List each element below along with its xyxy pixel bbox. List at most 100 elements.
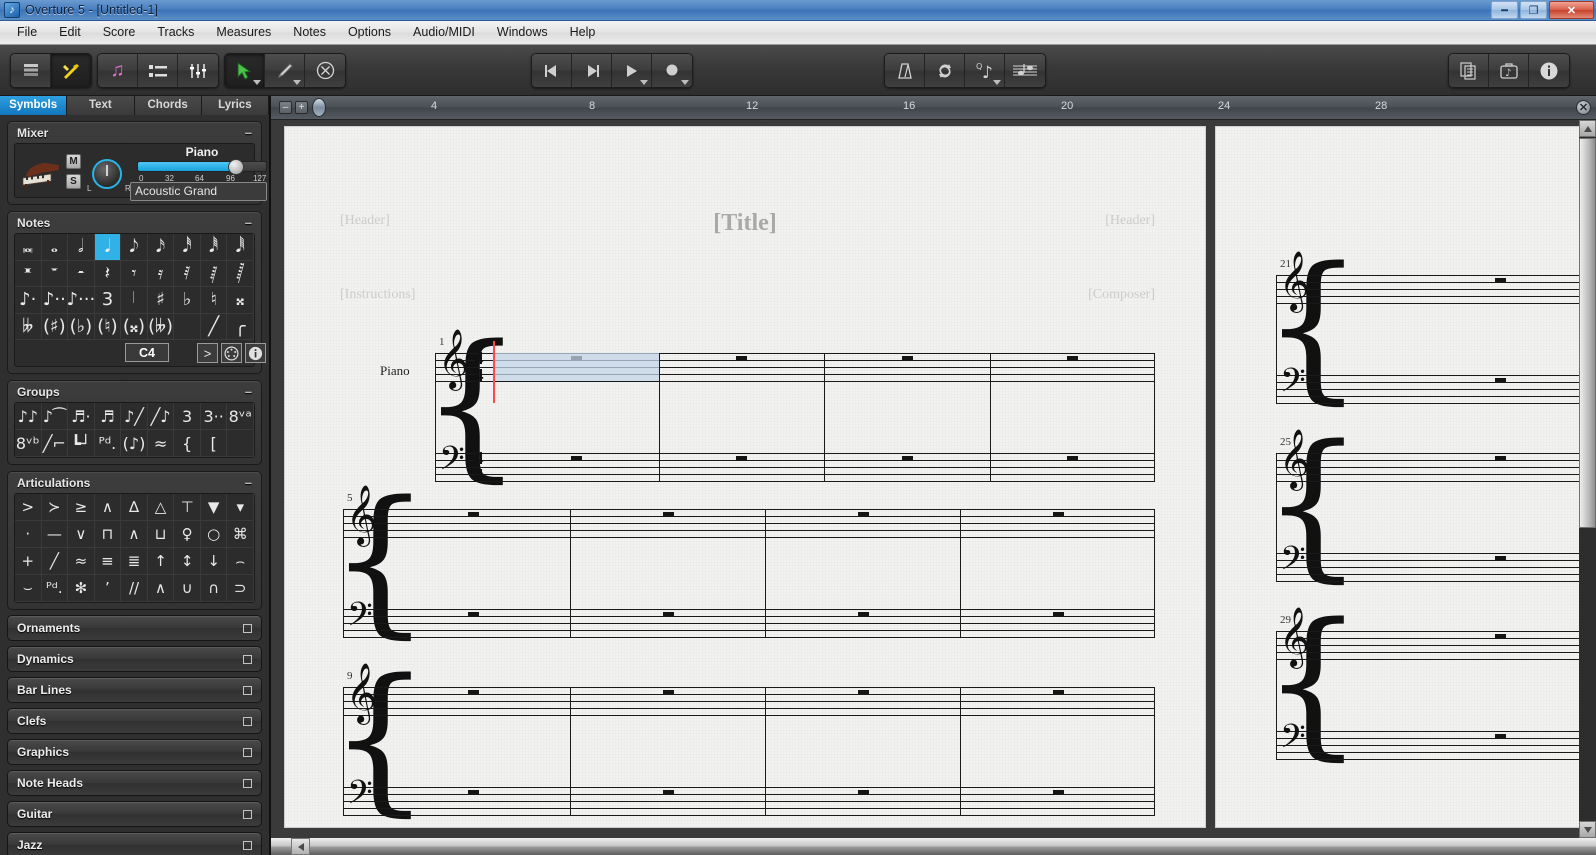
note-symbol-cell[interactable]: ╭ [227, 313, 254, 340]
vertical-scroll-thumb[interactable] [1579, 138, 1596, 528]
menu-help[interactable]: Help [559, 23, 607, 42]
play-button[interactable] [612, 54, 652, 87]
note-symbol-cell[interactable]: (𝄫) [147, 313, 175, 340]
expand-icon[interactable] [243, 809, 252, 819]
whole-rest[interactable] [1495, 456, 1506, 460]
articulation-symbol-cell[interactable]: ≥ [68, 494, 95, 521]
barline[interactable] [570, 509, 571, 637]
solo-button[interactable]: S [66, 174, 81, 189]
expand-icon[interactable] [243, 685, 252, 695]
group-symbol-cell[interactable]: ╱⌐ [41, 430, 69, 457]
note-symbol-cell[interactable]: 𝅘𝅥𝅮 [121, 234, 148, 261]
barline[interactable] [824, 353, 825, 481]
instrument-library-button[interactable]: ♪ [1489, 54, 1529, 87]
articulation-symbol-cell[interactable]: ↓ [200, 548, 228, 575]
treble-clef[interactable]: 𝄞 [1279, 433, 1310, 485]
whole-rest[interactable] [1052, 512, 1064, 516]
group-symbol-cell[interactable]: ♬· [68, 403, 95, 430]
tab-lyrics[interactable]: Lyrics [201, 96, 269, 115]
articulation-symbol-cell[interactable]: ≡ [94, 548, 122, 575]
articulations-header[interactable]: Articulations – [8, 472, 261, 493]
mixer-header[interactable]: Mixer – [8, 122, 261, 143]
close-ruler-button[interactable]: ✕ [1576, 100, 1591, 115]
articulation-symbol-cell[interactable]: ⌣ [15, 575, 42, 602]
menu-score[interactable]: Score [92, 23, 147, 42]
record-button[interactable] [652, 54, 692, 87]
measure-ruler[interactable]: – + 4 8 12 16 20 24 28 ✕ [271, 96, 1596, 120]
articulation-symbol-cell[interactable]: ∧ [94, 494, 122, 521]
articulation-symbol-cell[interactable]: ▼ [200, 494, 228, 521]
note-symbol-cell[interactable]: ♪·· [41, 287, 69, 314]
articulation-symbol-cell[interactable]: ⊓ [94, 521, 122, 548]
articulation-symbol-cell[interactable]: ≈ [68, 548, 95, 575]
whole-rest[interactable] [736, 456, 748, 460]
articulation-symbol-cell[interactable]: ∨ [68, 521, 95, 548]
collapse-icon[interactable]: – [245, 385, 252, 398]
info-button[interactable] [1529, 54, 1569, 87]
whole-rest[interactable] [1052, 690, 1064, 694]
note-symbol-cell[interactable]: 𝄼 [68, 260, 95, 287]
group-symbol-cell[interactable]: ♬ [94, 403, 122, 430]
expand-icon[interactable] [243, 716, 252, 726]
group-symbol-cell[interactable]: ╱♪ [147, 403, 175, 430]
group-symbol-cell[interactable] [227, 430, 254, 457]
whole-rest[interactable] [1495, 634, 1506, 638]
note-symbol-cell[interactable]: 𝄾 [121, 260, 148, 287]
bass-clef[interactable]: 𝄢 [347, 777, 373, 817]
articulation-symbol-cell[interactable]: ∧ [121, 521, 148, 548]
final-barline[interactable] [1154, 509, 1155, 637]
note-symbol-cell[interactable]: 𝅘𝅥𝅰 [174, 234, 201, 261]
whole-rest[interactable] [1052, 790, 1064, 794]
whole-rest[interactable] [467, 690, 479, 694]
note-symbol-cell[interactable]: 𝅘𝅥𝅯 [147, 234, 175, 261]
bass-clef[interactable]: 𝄢 [347, 599, 373, 639]
pan-knob[interactable] [92, 159, 122, 189]
ruler-zoom-out-button[interactable]: – [279, 101, 292, 114]
title-placeholder[interactable]: [Title] [285, 210, 1205, 237]
articulation-symbol-cell[interactable]: ↕ [174, 548, 201, 575]
group-symbol-cell[interactable]: { [174, 430, 201, 457]
note-symbol-cell[interactable]: ♭ [174, 287, 201, 314]
tools-button[interactable] [51, 54, 91, 87]
treble-clef[interactable]: 𝄞 [1279, 611, 1310, 663]
group-symbol-cell[interactable]: [ [200, 430, 228, 457]
loop-button[interactable] [925, 54, 965, 87]
articulation-symbol-cell[interactable]: ∆ [121, 494, 148, 521]
whole-rest[interactable] [857, 612, 869, 616]
note-symbol-cell[interactable]: 𝅥 [121, 287, 148, 314]
pencil-tool-button[interactable] [265, 54, 305, 87]
expand-icon[interactable] [243, 654, 252, 664]
articulation-symbol-cell[interactable]: ∪ [174, 575, 201, 602]
section-jazz[interactable]: Jazz [7, 832, 262, 855]
list-window-button[interactable] [138, 54, 178, 87]
menu-edit[interactable]: Edit [48, 23, 92, 42]
ruler-position-marker[interactable] [312, 98, 326, 117]
note-symbol-cell[interactable]: 𝅗𝅥 [68, 234, 95, 261]
articulation-symbol-cell[interactable]: ᴾᵈ. [41, 575, 69, 602]
minimize-button[interactable]: ━ [1491, 1, 1518, 19]
scroll-down-button[interactable] [1579, 821, 1596, 838]
fast-forward-button[interactable] [572, 54, 612, 87]
group-symbol-cell[interactable]: ┗┘ [68, 430, 95, 457]
final-barline[interactable] [1154, 687, 1155, 815]
mixer-window-button[interactable] [178, 54, 218, 87]
note-symbol-cell[interactable]: 𝅝 [41, 234, 69, 261]
note-symbol-cell[interactable]: 𝅘𝅥𝅱 [200, 234, 228, 261]
whole-rest[interactable] [1067, 356, 1079, 360]
menu-windows[interactable]: Windows [486, 23, 559, 42]
staff[interactable] [343, 609, 1155, 638]
close-button[interactable]: ✕ [1549, 1, 1594, 19]
articulation-symbol-cell[interactable]: ’ [94, 575, 122, 602]
staff[interactable] [1276, 553, 1596, 582]
collapse-icon[interactable]: – [245, 216, 252, 229]
note-symbol-cell[interactable]: ♪··· [68, 287, 95, 314]
barline[interactable] [765, 687, 766, 815]
mute-button[interactable]: M [66, 154, 81, 169]
group-symbol-cell[interactable]: ♪╱ [121, 403, 148, 430]
staff[interactable] [435, 453, 1155, 482]
measure-selection-highlight[interactable] [493, 353, 659, 381]
articulation-symbol-cell[interactable]: ⊃ [227, 575, 254, 602]
articulation-symbol-cell[interactable]: ∧ [147, 575, 175, 602]
section-dynamics[interactable]: Dynamics [7, 646, 262, 672]
note-symbol-cell[interactable]: 𝄿 [147, 260, 175, 287]
